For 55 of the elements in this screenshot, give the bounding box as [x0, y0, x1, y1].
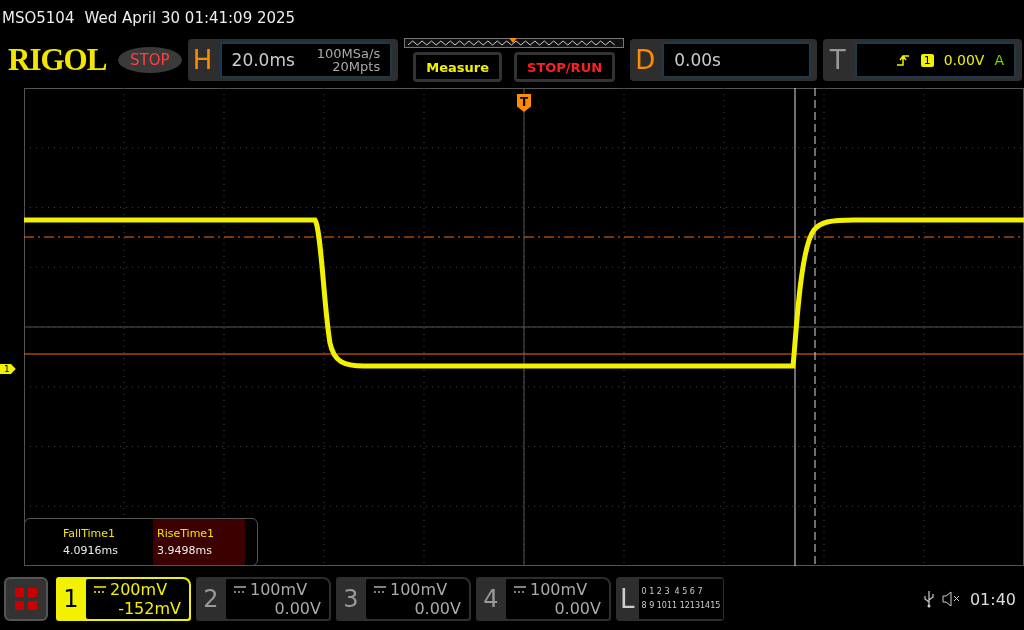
channel-offset: 0.00V [554, 599, 601, 618]
timebase-field[interactable]: 20.0ms 100MSa/s 20Mpts [219, 42, 393, 78]
stop-run-button[interactable]: STOP/RUN [514, 52, 616, 82]
dc-coupling-icon [374, 585, 386, 594]
sample-rate: 100MSa/s [316, 47, 381, 60]
mute-icon [941, 591, 962, 607]
measurement-item[interactable]: FallTime1 4.0916ms [25, 519, 153, 565]
channel-number: 4 [482, 584, 500, 615]
delay-panel[interactable]: D 0.00s [630, 39, 817, 81]
rising-edge-icon [896, 53, 911, 67]
channel-number: 3 [342, 584, 360, 615]
dc-coupling-icon [514, 585, 526, 594]
channel-number: 1 [62, 584, 80, 615]
clock-time: 01:40 [969, 589, 1016, 609]
delay-label: D [634, 45, 657, 75]
brand-logo: RIGOL [8, 42, 108, 78]
trigger-source-badge: 1 [920, 53, 934, 67]
model-name: MSO5104 [2, 9, 75, 27]
trigger-position-marker: T [517, 94, 531, 112]
date-time: Wed April 30 01:41:09 2025 [84, 9, 296, 27]
trigger-level: 0.00V [943, 52, 985, 68]
timebase-value: 20.0ms [231, 50, 295, 70]
usb-icon [923, 590, 934, 608]
logic-channel-numbers: 0 1 2 3 4 5 6 7 [641, 586, 704, 598]
channel-panel[interactable]: 1 200mV -152mV [56, 577, 191, 621]
logic-label: L [620, 584, 635, 614]
dc-coupling-icon [94, 585, 106, 594]
channel-offset-marker: 1 [0, 364, 16, 374]
horizontal-label: H [191, 45, 214, 75]
run-state-indicator: STOP [118, 47, 182, 73]
channel-panel[interactable]: 2 100mV 0.00V [196, 577, 331, 621]
logic-channel-numbers: 8 9 1011 12131415 [641, 600, 721, 612]
horizontal-panel[interactable]: H 20.0ms 100MSa/s 20Mpts [187, 39, 399, 81]
channel-offset: -152mV [118, 599, 181, 618]
trigger-label: T [828, 45, 847, 75]
measure-button[interactable]: Measure [413, 52, 503, 82]
delay-value: 0.00s [674, 50, 721, 70]
channel-scale: 100mV [390, 580, 448, 599]
channel-number: 2 [202, 584, 220, 615]
menu-button[interactable] [4, 577, 48, 621]
channel-scale: 200mV [110, 580, 168, 599]
trigger-field[interactable]: 1 0.00V A [854, 42, 1016, 78]
channel-scale: 100mV [250, 580, 308, 599]
channel-offset: 0.00V [414, 599, 461, 618]
dc-coupling-icon [234, 585, 246, 594]
channel-panel[interactable]: 3 100mV 0.00V [336, 577, 471, 621]
channel-offset: 0.00V [274, 599, 321, 618]
grid-icon [15, 588, 37, 610]
trigger-panel[interactable]: T 1 0.00V A [822, 39, 1022, 81]
memory-depth: 20Mpts [332, 60, 381, 73]
trigger-mode: A [994, 52, 1004, 68]
channel-panel[interactable]: 4 100mV 0.00V [476, 577, 611, 621]
measurement-item[interactable]: RiseTime1 3.9498ms [153, 519, 245, 565]
channel-scale: 100mV [530, 580, 588, 599]
delay-field[interactable]: 0.00s [662, 42, 811, 78]
